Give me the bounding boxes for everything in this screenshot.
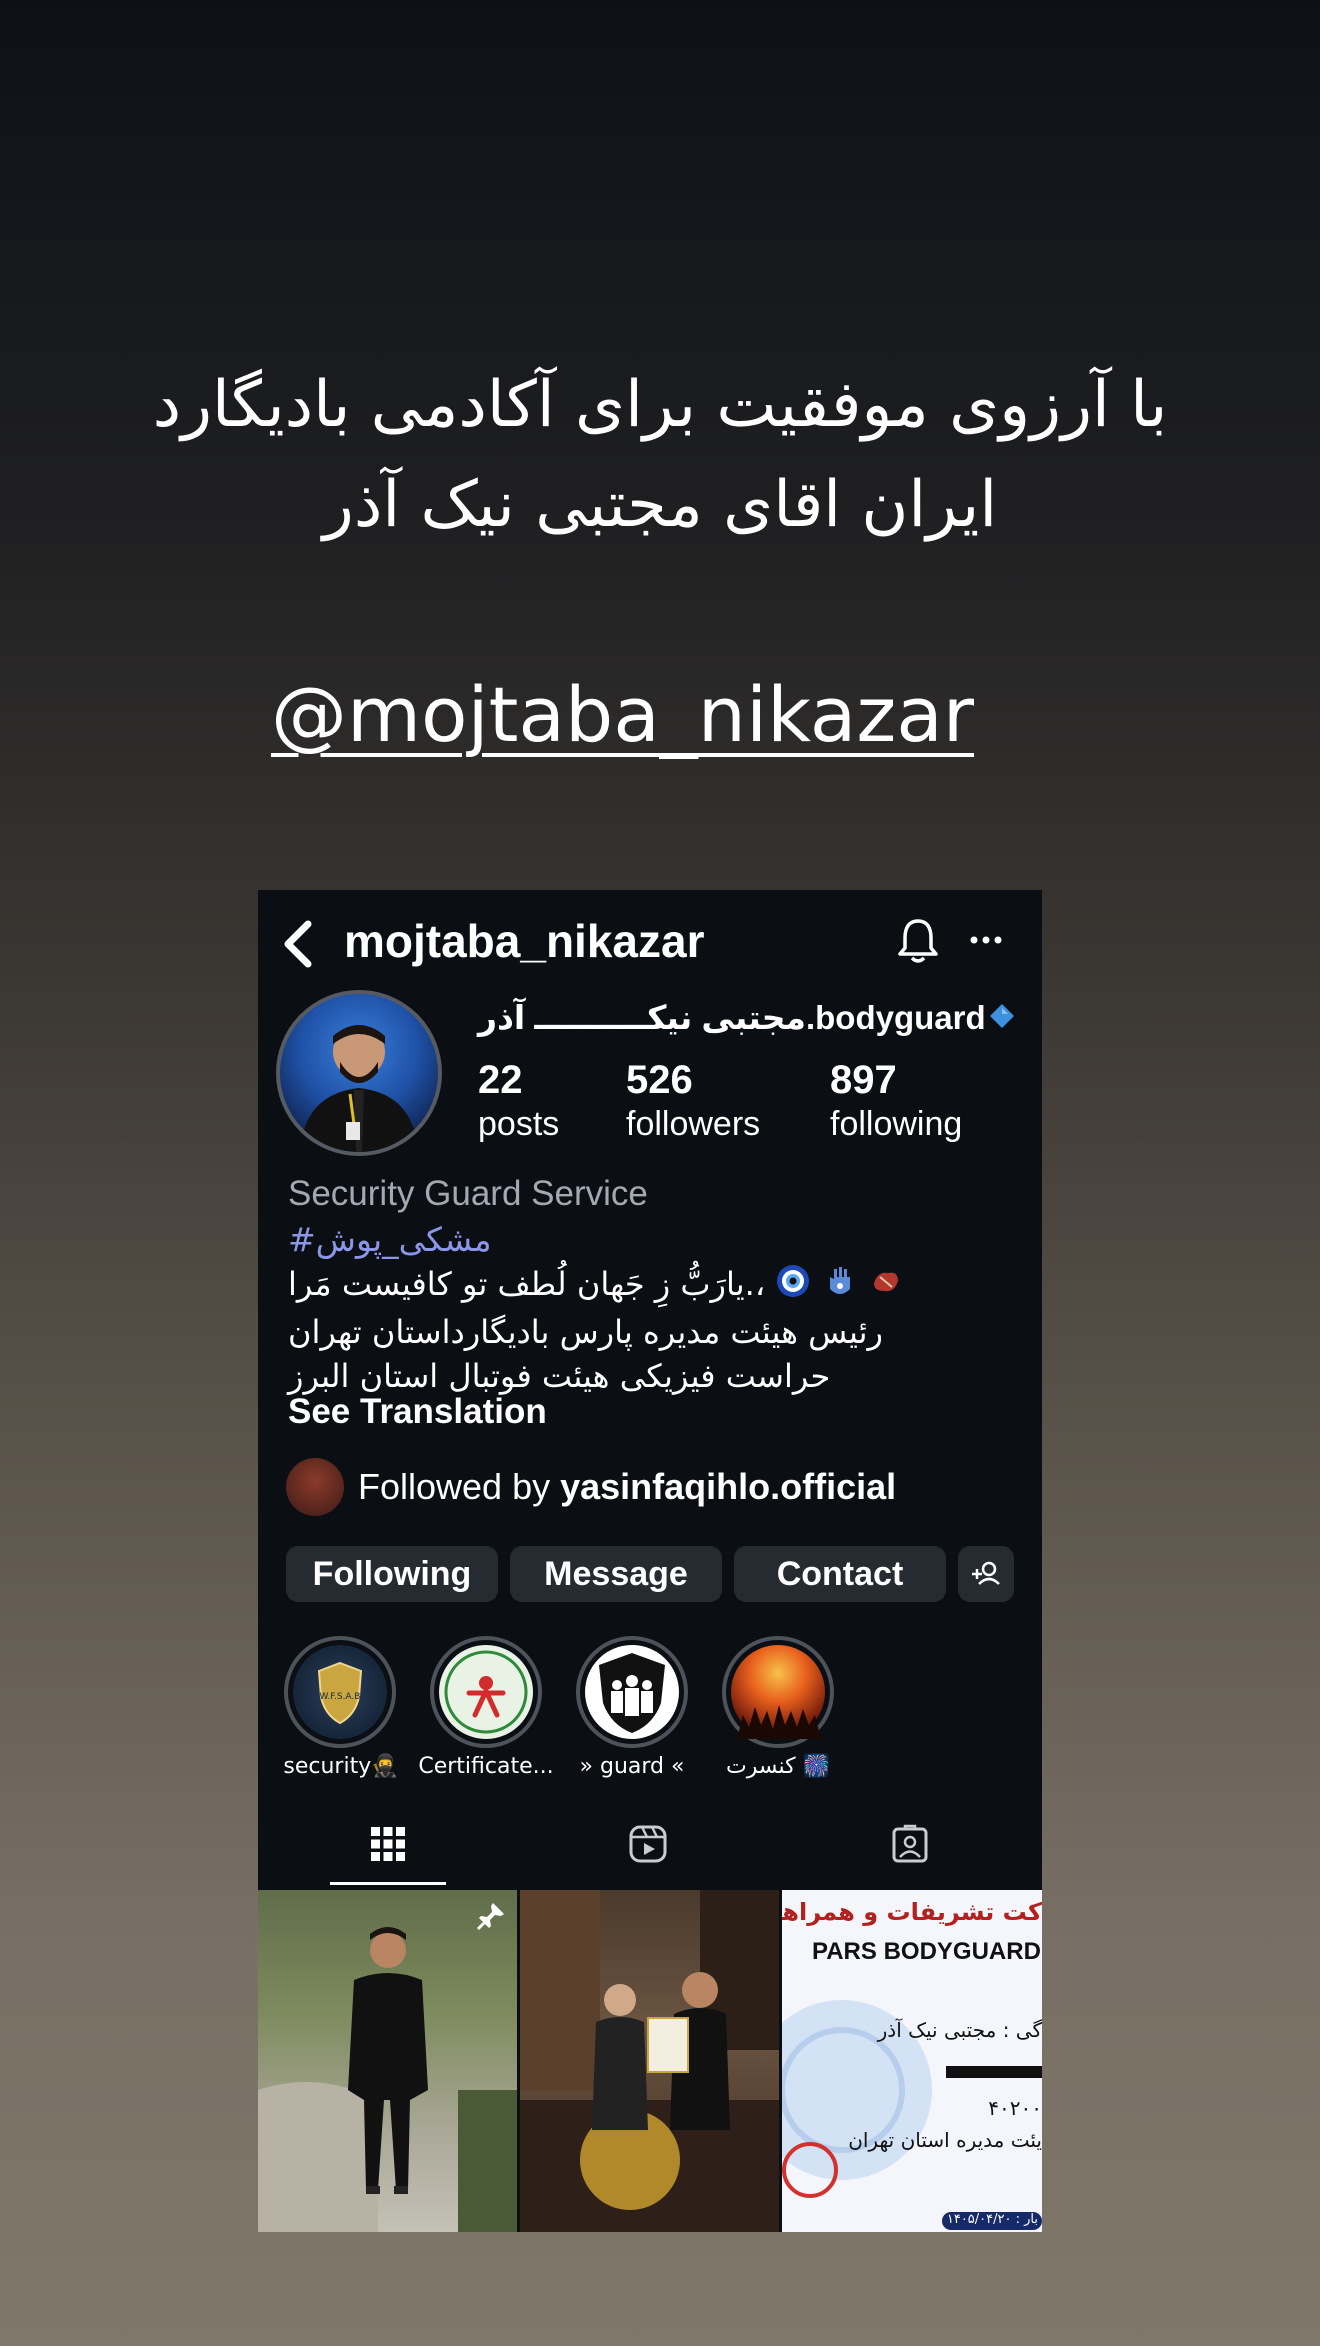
followed-by-text[interactable]: Followed by yasinfaqihlo.official — [358, 1466, 896, 1508]
nazar-amulet-icon — [777, 1264, 810, 1297]
profile-display-name: مجتبی نیکــــــــــ آذر.bodyguard — [478, 999, 986, 1036]
avatar-photo — [300, 1025, 418, 1152]
certificate-logo-icon — [439, 1645, 533, 1739]
top-bar: mojtaba_nikazar — [258, 890, 1042, 1000]
back-icon[interactable] — [278, 914, 318, 974]
svg-text:W.F.S.A.B: W.F.S.A.B — [320, 1692, 361, 1702]
post-2[interactable] — [520, 1890, 779, 2232]
post-3-date: بار : ۱۴۰۵/۰۴/۲۰ — [946, 2212, 1038, 2227]
bio-emojis — [775, 1263, 903, 1310]
guards-logo-icon — [585, 1645, 679, 1739]
highlight-security[interactable]: W.F.S.A.B — [284, 1636, 396, 1748]
pin-icon — [476, 1903, 504, 1931]
grid-icon[interactable] — [368, 1824, 408, 1864]
bio-line-1-text: یارَبُّ زِ جَهان لُطف تو کافیست مَرا.، — [288, 1265, 766, 1303]
bio-line-2: رئیس هیئت مدیره پارس بادیگارداستان تهران — [288, 1312, 883, 1351]
post-3-subtitle: PARS BODYGUARD — [812, 1938, 1041, 1965]
post-1-photo — [258, 1927, 517, 2232]
post-2-photo — [520, 1890, 779, 2232]
stat-followers[interactable]: 526 followers — [626, 1058, 760, 1146]
stat-following-value: 897 — [830, 1058, 897, 1102]
highlight-concert[interactable] — [722, 1636, 834, 1748]
bio-line-3: حراست فیزیکی هیئت فوتبال استان البرز — [288, 1356, 831, 1395]
profile-screenshot: mojtaba_nikazar مجتبی نیکــــــــــ آذر.… — [258, 890, 1042, 2232]
highlight-certificate-label: Certificate... — [418, 1754, 554, 1779]
post-3-name: گی : مجتبی نیک آذر — [877, 2018, 1042, 2042]
concert-image-icon — [731, 1645, 825, 1739]
more-options-icon[interactable] — [966, 920, 1006, 960]
bio-line-1: یارَبُّ زِ جَهان لُطف تو کافیست مَرا.، — [288, 1262, 988, 1310]
highlight-security-label: security🥷 — [283, 1754, 399, 1779]
post-1[interactable] — [258, 1890, 517, 2232]
story-mention[interactable]: @mojtaba_nikazar — [0, 670, 1245, 759]
active-tab-indicator — [330, 1882, 446, 1885]
post-3-title: کت تشریفات و همراهی KTR — [782, 1898, 1042, 1926]
highlight-concert-label: کنسرت 🎆 — [726, 1754, 830, 1779]
profile-bio: یارَبُّ زِ جَهان لُطف تو کافیست مَرا.، ر… — [288, 1262, 988, 1398]
shield-logo-icon: W.F.S.A.B — [293, 1645, 387, 1739]
reels-icon[interactable] — [628, 1824, 668, 1864]
stat-followers-label: followers — [626, 1105, 761, 1143]
contact-button[interactable]: Contact — [734, 1546, 946, 1602]
suggest-users-button[interactable] — [958, 1546, 1014, 1602]
highlight-certificate[interactable] — [430, 1636, 542, 1748]
post-3-number: ۴۰۲۰۰ — [988, 2096, 1042, 2120]
message-button[interactable]: Message — [510, 1546, 722, 1602]
following-button[interactable]: Following — [286, 1546, 498, 1602]
highlight-guard-label: » guard « — [579, 1754, 685, 1779]
stat-posts-label: posts — [478, 1105, 560, 1143]
profile-avatar[interactable] — [276, 990, 442, 1156]
followed-by-username: yasinfaqihlo.official — [560, 1466, 897, 1507]
post-3-position: یئت مدیره استان تهران — [848, 2128, 1042, 2152]
map-icon — [873, 1272, 898, 1291]
profile-username: mojtaba_nikazar — [344, 915, 705, 967]
story-title: با آرزوی موفقیت برای آکادمی بادیگارد ایر… — [60, 355, 1260, 555]
profile-category: Security Guard Service — [288, 1174, 648, 1213]
stat-posts[interactable]: 22 posts — [478, 1058, 559, 1146]
see-translation-link[interactable]: See Translation — [288, 1392, 547, 1432]
bio-hashtag-link[interactable]: #مشکی_پوش — [288, 1220, 492, 1259]
followed-by-prefix: Followed by — [358, 1466, 561, 1507]
stat-followers-value: 526 — [626, 1058, 693, 1102]
post-3[interactable]: کت تشریفات و همراهی KTR PARS BODYGUARD گ… — [782, 1890, 1042, 2232]
stat-following[interactable]: 897 following — [830, 1058, 962, 1146]
stat-following-label: following — [830, 1105, 963, 1143]
followed-by-avatar[interactable] — [286, 1458, 344, 1516]
stat-posts-value: 22 — [478, 1058, 523, 1102]
tagged-icon[interactable] — [890, 1824, 930, 1864]
story-title-line1: با آرزوی موفقیت برای آکادمی بادیگارد — [152, 368, 1168, 442]
highlight-guard[interactable] — [576, 1636, 688, 1748]
hamsa-icon — [829, 1266, 850, 1294]
story-title-line2: ایران اقای مجتبی نیک آذر — [322, 468, 998, 542]
bell-icon[interactable] — [896, 916, 940, 966]
add-user-icon — [972, 1561, 1000, 1585]
blue-diamond-icon — [990, 1004, 1014, 1028]
